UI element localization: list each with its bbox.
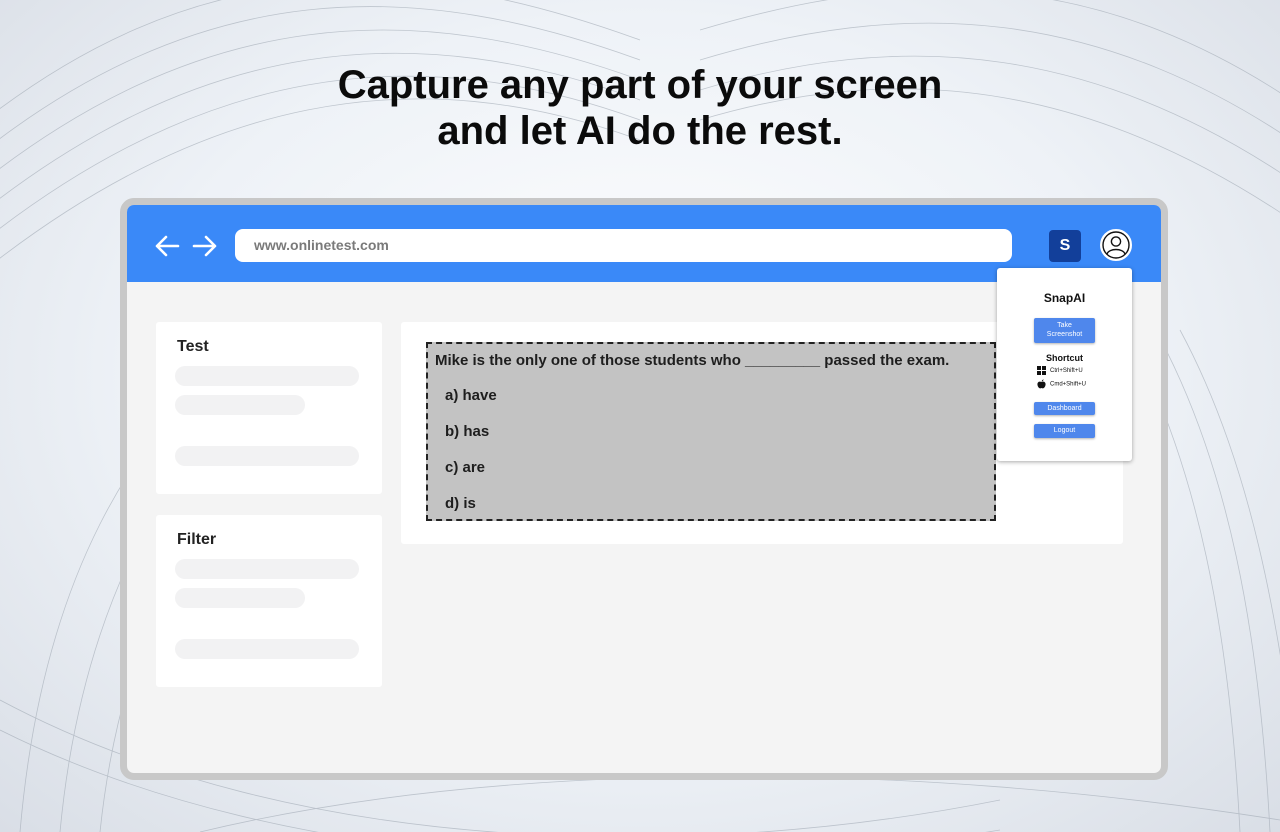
headline-line-1: Capture any part of your screen bbox=[337, 63, 943, 107]
filter-panel: Filter bbox=[156, 515, 382, 687]
take-screenshot-button[interactable]: Take Screenshot bbox=[1034, 318, 1095, 343]
placeholder-line bbox=[175, 588, 305, 608]
take-screenshot-label-line-2: Screenshot bbox=[1046, 331, 1083, 338]
windows-icon bbox=[1037, 366, 1046, 375]
forward-arrow-icon[interactable] bbox=[192, 234, 218, 258]
filter-panel-title: Filter bbox=[177, 531, 217, 548]
placeholder-line bbox=[175, 395, 305, 415]
profile-avatar[interactable] bbox=[1098, 227, 1134, 263]
test-panel: Test bbox=[156, 322, 382, 494]
take-screenshot-label-line-1: Take bbox=[1057, 322, 1072, 329]
option-b[interactable]: b) has bbox=[445, 423, 489, 440]
placeholder-line bbox=[175, 446, 359, 466]
snapai-popup: SnapAI Take Screenshot Shortcut Ctrl+Shi… bbox=[997, 268, 1132, 461]
placeholder-line bbox=[175, 639, 359, 659]
address-bar[interactable]: www.onlinetest.com bbox=[235, 229, 1012, 262]
shortcut-title: Shortcut bbox=[1046, 353, 1083, 363]
user-icon bbox=[1102, 231, 1130, 259]
screenshot-selection-area[interactable]: Mike is the only one of those students w… bbox=[426, 342, 996, 521]
placeholder-line bbox=[175, 366, 359, 386]
option-d[interactable]: d) is bbox=[445, 495, 476, 512]
headline: Capture any part of your screen and let … bbox=[0, 62, 1280, 154]
popup-title: SnapAI bbox=[1043, 291, 1086, 305]
windows-shortcut-row: Ctrl+Shift+U bbox=[1037, 366, 1083, 375]
placeholder-line bbox=[175, 559, 359, 579]
windows-shortcut-keys: Ctrl+Shift+U bbox=[1050, 368, 1083, 375]
test-panel-title: Test bbox=[177, 338, 209, 355]
logout-button[interactable]: Logout bbox=[1034, 424, 1095, 438]
snapai-extension-button[interactable]: S bbox=[1049, 230, 1081, 262]
option-a[interactable]: a) have bbox=[445, 387, 497, 404]
dashboard-button[interactable]: Dashboard bbox=[1034, 402, 1095, 415]
apple-icon bbox=[1037, 379, 1046, 389]
back-arrow-icon[interactable] bbox=[154, 234, 180, 258]
option-c[interactable]: c) are bbox=[445, 459, 485, 476]
question-text: Mike is the only one of those students w… bbox=[435, 352, 950, 369]
mac-shortcut-row: Cmd+Shift+U bbox=[1037, 379, 1086, 389]
headline-line-2: and let AI do the rest. bbox=[437, 109, 843, 153]
mac-shortcut-keys: Cmd+Shift+U bbox=[1050, 381, 1087, 388]
browser-window: www.onlinetest.com S Test Filter Mike is… bbox=[120, 198, 1168, 780]
